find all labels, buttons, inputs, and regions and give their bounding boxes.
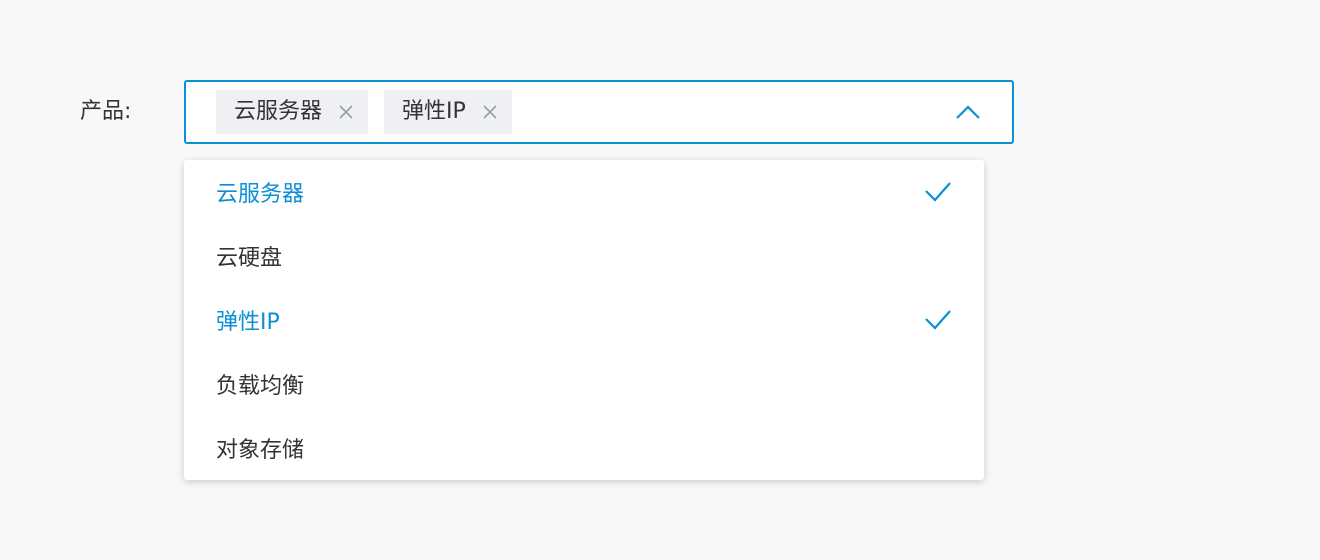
option-load-balancer[interactable]: 负载均衡 — [184, 352, 984, 416]
option-elastic-ip[interactable]: 弹性IP — [184, 288, 984, 352]
selected-tag-label: 云服务器 — [234, 99, 323, 124]
product-multiselect[interactable]: 云服务器 弹性IP — [184, 80, 1014, 144]
close-icon[interactable] — [482, 104, 498, 120]
selected-tag-label: 弹性IP — [402, 99, 466, 124]
product-form-row: 产品: — [80, 80, 184, 144]
option-cloud-server[interactable]: 云服务器 — [184, 160, 984, 224]
product-options-dropdown: 云服务器 云硬盘 弹性IP 负载均衡 对象存储 — [184, 160, 984, 480]
close-icon[interactable] — [338, 104, 354, 120]
option-label: 云硬盘 — [216, 246, 283, 271]
check-icon — [924, 308, 952, 330]
check-icon — [924, 180, 952, 202]
option-label: 对象存储 — [216, 438, 305, 463]
product-label: 产品: — [80, 99, 132, 124]
option-object-storage[interactable]: 对象存储 — [184, 416, 984, 480]
option-label: 弹性IP — [216, 310, 280, 335]
chevron-up-icon[interactable] — [956, 102, 980, 122]
selected-tag: 弹性IP — [384, 90, 512, 134]
option-label: 负载均衡 — [216, 374, 305, 399]
option-label: 云服务器 — [216, 182, 305, 207]
selected-tag: 云服务器 — [216, 90, 369, 134]
option-cloud-disk[interactable]: 云硬盘 — [184, 224, 984, 288]
